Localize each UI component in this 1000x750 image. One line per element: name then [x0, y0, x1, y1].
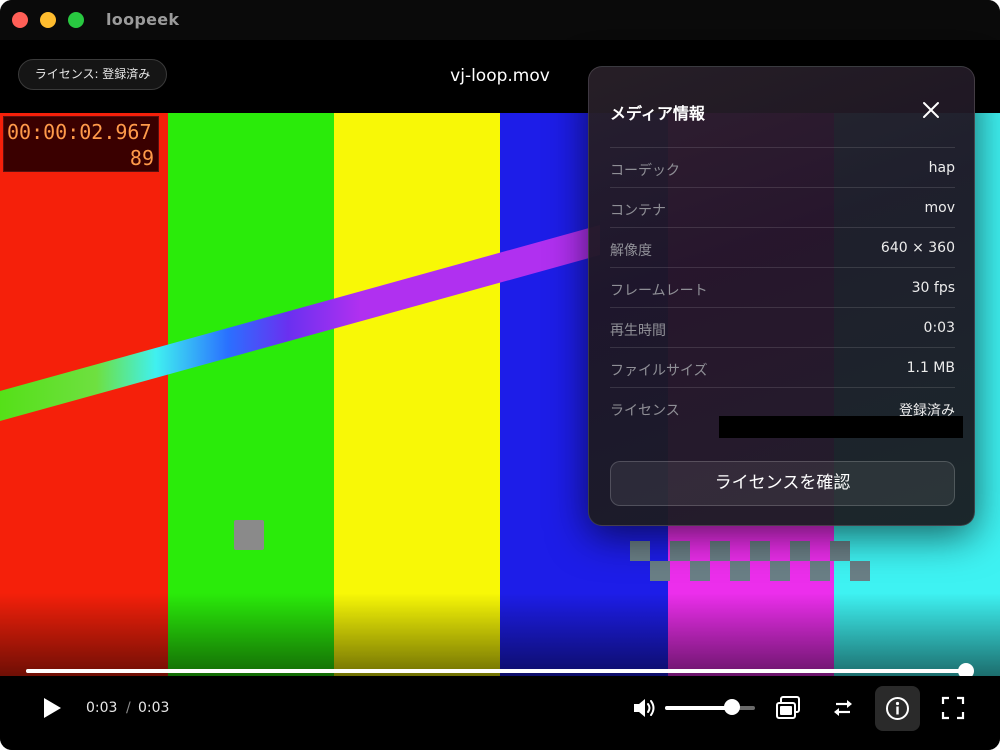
- app-window: loopeek ライセンス: 登録済み vj-loop.mov 00:00:02…: [0, 0, 1000, 750]
- minimize-window-button[interactable]: [40, 12, 56, 28]
- info-row-duration: 再生時間 0:03: [610, 307, 955, 347]
- redacted-region: [719, 416, 963, 438]
- info-row-resolution: 解像度 640 × 360: [610, 227, 955, 267]
- fullscreen-icon[interactable]: [939, 694, 967, 722]
- info-label: コーデック: [610, 163, 680, 179]
- info-value: 0:03: [923, 320, 955, 336]
- info-label: ライセンス: [610, 403, 680, 419]
- info-row-framerate: フレームレート 30 fps: [610, 267, 955, 307]
- file-title: vj-loop.mov: [450, 66, 550, 86]
- license-status-badge[interactable]: ライセンス: 登録済み: [18, 59, 167, 90]
- info-label: コンテナ: [610, 203, 666, 219]
- timecode-overlay: 00:00:02.967 89: [3, 116, 159, 172]
- play-icon[interactable]: [40, 696, 64, 720]
- verify-license-button[interactable]: ライセンスを確認: [610, 461, 955, 506]
- time-separator: /: [126, 700, 131, 716]
- info-row-filesize: ファイルサイズ 1.1 MB: [610, 347, 955, 387]
- info-value: 30 fps: [911, 280, 955, 296]
- info-value: hap: [928, 160, 955, 176]
- info-icon: [886, 697, 909, 720]
- info-label: ファイルサイズ: [610, 363, 708, 379]
- close-icon[interactable]: [920, 99, 942, 121]
- info-label: 再生時間: [610, 323, 666, 339]
- volume-icon[interactable]: [632, 696, 658, 720]
- info-label: 解像度: [610, 243, 652, 259]
- volume-level: [665, 706, 733, 710]
- volume-thumb[interactable]: [724, 699, 740, 715]
- total-time: 0:03: [138, 700, 170, 716]
- info-value: 640 × 360: [880, 240, 955, 256]
- current-time: 0:03: [86, 700, 118, 716]
- app-title: loopeek: [106, 10, 180, 29]
- zoom-window-button[interactable]: [68, 12, 84, 28]
- frame-number: 89: [129, 146, 154, 170]
- loop-icon[interactable]: [829, 694, 857, 722]
- info-row-container: コンテナ mov: [610, 187, 955, 227]
- info-value: mov: [924, 200, 956, 216]
- panel-title: メディア情報: [610, 104, 705, 123]
- timecode-text: 00:00:02.967: [7, 120, 152, 144]
- media-info-panel: メディア情報 コーデック hap コンテナ mov 解像度 640 × 360 …: [588, 66, 975, 526]
- pip-icon[interactable]: [774, 694, 802, 722]
- title-bar: loopeek: [0, 0, 1000, 40]
- close-window-button[interactable]: [12, 12, 28, 28]
- seek-bar-progress: [26, 669, 968, 673]
- info-row-codec: コーデック hap: [610, 147, 955, 187]
- info-button[interactable]: [875, 686, 920, 731]
- control-bar: 0:03 / 0:03: [0, 676, 1000, 750]
- gray-square: [234, 520, 264, 550]
- info-value: 1.1 MB: [906, 360, 955, 376]
- info-label: フレームレート: [610, 283, 708, 299]
- bottom-fade: [0, 593, 1000, 676]
- seek-bar[interactable]: [26, 669, 968, 673]
- volume-slider[interactable]: [665, 706, 755, 710]
